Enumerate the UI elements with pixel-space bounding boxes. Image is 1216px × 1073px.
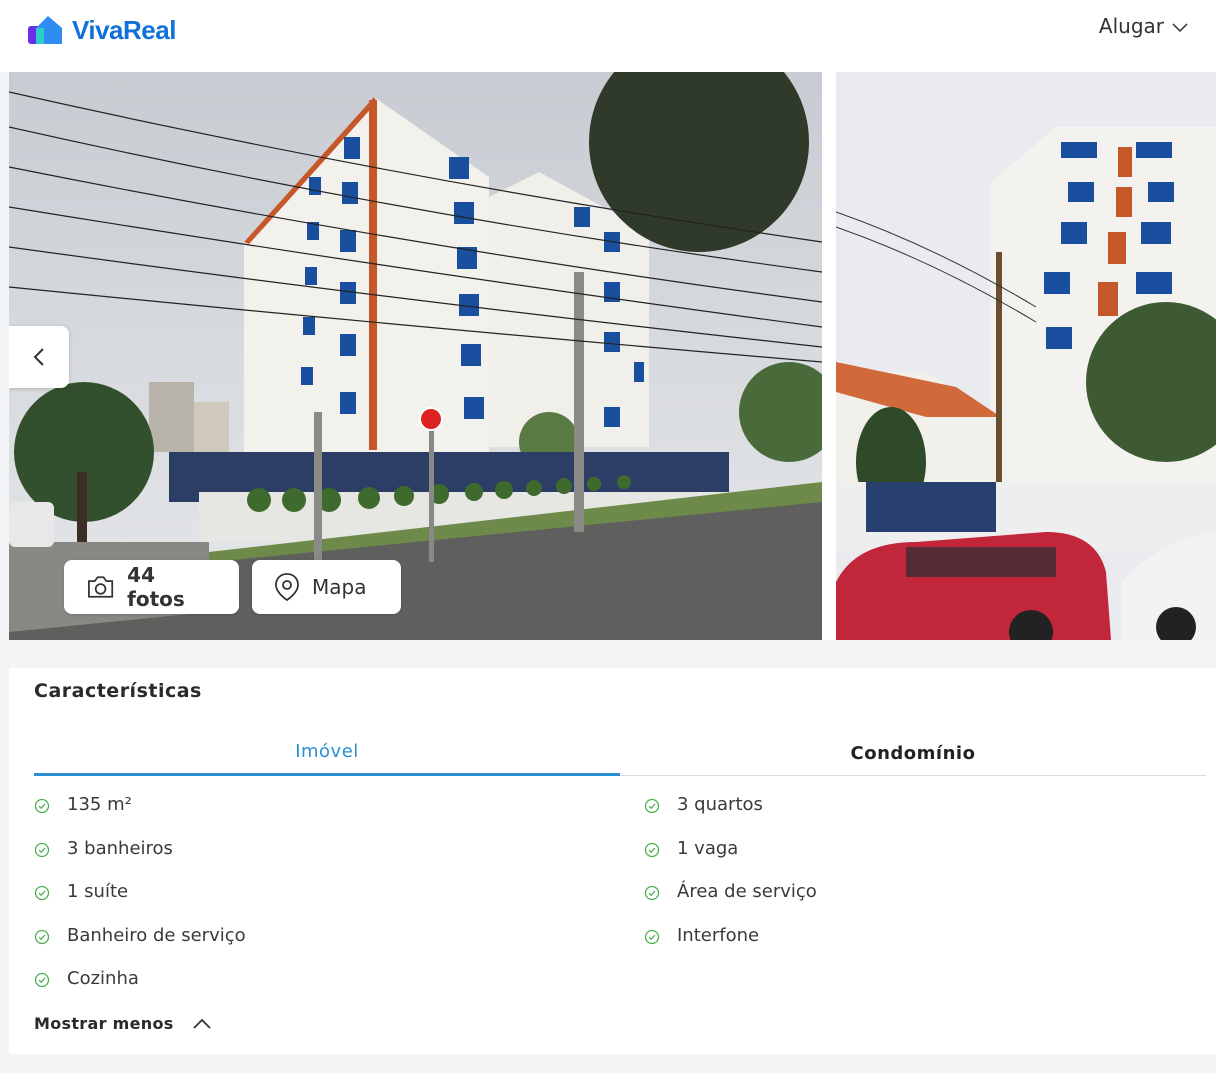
tab-condominio[interactable]: Condomínio	[620, 730, 1206, 776]
feature-label: 135 m²	[67, 794, 132, 815]
show-less-label: Mostrar menos	[34, 1014, 174, 1033]
feature-label: 3 banheiros	[67, 837, 173, 859]
house-logo-icon	[28, 14, 66, 46]
check-circle-icon	[34, 798, 50, 814]
features-tabs: Imóvel Condomínio	[34, 730, 1206, 776]
feature-label: Área de serviço	[677, 881, 817, 902]
gallery-photo-second[interactable]	[836, 72, 1216, 640]
check-circle-icon	[644, 885, 660, 901]
features-column-left: 135 m² 3 banheiros 1 suíte Banheiro de s…	[34, 794, 246, 1012]
map-pin-icon	[275, 573, 299, 602]
feature-item: Cozinha	[34, 968, 246, 1012]
photos-button-label: 44 fotos	[127, 563, 185, 611]
feature-label: Interfone	[677, 924, 760, 946]
chevron-down-icon	[1172, 14, 1188, 38]
feature-label: 1 suíte	[67, 881, 129, 902]
feature-label: Cozinha	[67, 968, 139, 989]
feature-item: Banheiro de serviço	[34, 925, 246, 969]
camera-icon	[88, 576, 114, 598]
gallery-prev-button[interactable]	[9, 326, 69, 388]
feature-item: 135 m²	[34, 794, 246, 838]
feature-item: Interfone	[644, 925, 817, 969]
check-circle-icon	[644, 929, 660, 944]
gallery-photo-main[interactable]	[9, 72, 822, 640]
brand-logo[interactable]: VivaReal	[28, 14, 176, 46]
check-circle-icon	[644, 798, 660, 814]
menu-alugar[interactable]: Alugar	[1099, 14, 1188, 38]
features-column-right: 3 quartos 1 vaga Área de serviço Interfo…	[644, 794, 817, 968]
map-button[interactable]: Mapa	[252, 560, 401, 614]
check-circle-icon	[644, 842, 660, 857]
feature-item: Área de serviço	[644, 881, 817, 925]
check-circle-icon	[34, 842, 50, 857]
feature-item: 3 quartos	[644, 794, 817, 838]
feature-label: Banheiro de serviço	[67, 924, 246, 946]
tab-imovel[interactable]: Imóvel	[34, 730, 620, 776]
brand-name: VivaReal	[72, 14, 176, 45]
show-less-toggle[interactable]: Mostrar menos	[34, 1014, 212, 1033]
chevron-left-icon	[33, 348, 44, 366]
menu-alugar-label: Alugar	[1098, 14, 1164, 38]
photos-button[interactable]: 44 fotos	[64, 560, 239, 614]
features-title: Características	[34, 680, 202, 702]
check-circle-icon	[34, 972, 50, 988]
check-circle-icon	[34, 929, 50, 944]
check-circle-icon	[34, 885, 50, 901]
photo-gallery: 44 fotos Mapa	[9, 72, 1216, 640]
feature-label: 3 quartos	[677, 794, 763, 815]
site-header: VivaReal Alugar	[0, 0, 1216, 72]
feature-label: 1 vaga	[677, 837, 739, 859]
chevron-up-icon	[192, 1018, 211, 1029]
features-card: Características Imóvel Condomínio 135 m²…	[9, 668, 1216, 1054]
map-button-label: Mapa	[312, 575, 367, 599]
feature-item: 1 vaga	[644, 838, 817, 882]
feature-item: 3 banheiros	[34, 838, 246, 882]
feature-item: 1 suíte	[34, 881, 246, 925]
